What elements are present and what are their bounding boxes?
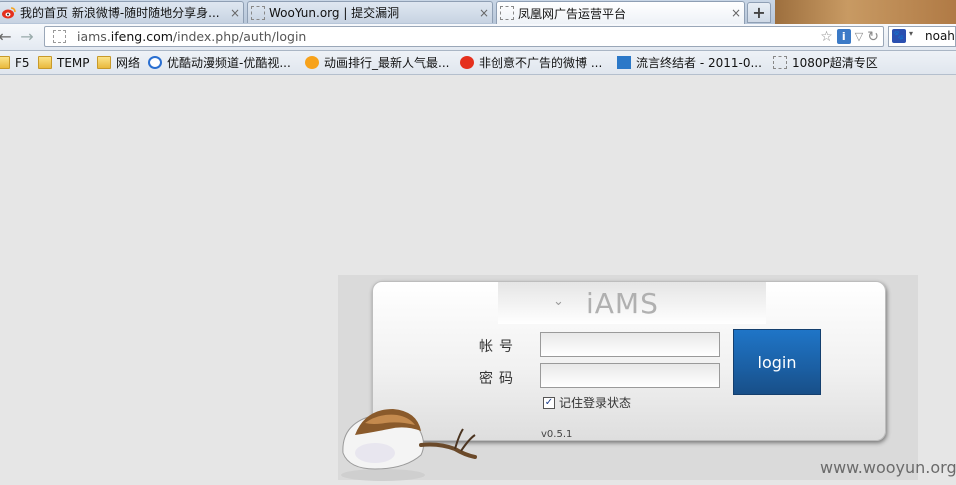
tab-title: 我的首页 新浪微博-随时随地分享身...: [20, 6, 220, 20]
history-dropdown-icon[interactable]: ▽: [855, 30, 863, 43]
bookmark-mythbusters[interactable]: 流言终结者 - 2011-0...: [617, 54, 762, 71]
smiley-icon: [305, 56, 319, 69]
tab-wooyun[interactable]: WooYun.org | 提交漏洞 ×: [247, 1, 493, 23]
bookmark-label: 优酷动漫频道-优酷视...: [167, 56, 291, 70]
blank-page-icon: [251, 5, 265, 20]
page-content: ⌄ iAMS 帐号 密码 login ✓ 记住登录状态 v0.5.1 www.w…: [0, 75, 956, 481]
tab-title: WooYun.org | 提交漏洞: [269, 6, 400, 20]
tab-title: 凤凰网广告运营平台: [518, 6, 627, 21]
url-text[interactable]: iams.ifeng.com/index.php/auth/login: [77, 29, 306, 44]
app-logo: iAMS: [586, 287, 659, 320]
bookmark-label: 非创意不广告的微博 ...: [479, 56, 603, 70]
close-icon[interactable]: ×: [728, 6, 744, 20]
bookmark-youku[interactable]: 优酷动漫频道-优酷视...: [148, 54, 291, 71]
tab-weibo[interactable]: 我的首页 新浪微博-随时随地分享身... ×: [0, 1, 244, 23]
tab-ifeng-active[interactable]: 凤凰网广告运营平台 ×: [496, 1, 745, 24]
close-icon[interactable]: ×: [227, 6, 243, 20]
bookmarks-bar: F5 TEMP 网络 优酷动漫频道-优酷视... 动画排行_最新人气最... 非…: [0, 51, 956, 75]
bookmark-anime-rank[interactable]: 动画排行_最新人气最...: [305, 54, 449, 71]
bookmark-1080p[interactable]: 1080P超清专区: [773, 54, 878, 71]
youku-icon: [148, 56, 162, 69]
folder-icon: [0, 56, 10, 69]
bookmark-label: 网络: [116, 56, 141, 70]
page-icon: [53, 30, 66, 43]
address-bar[interactable]: iams.ifeng.com/index.php/auth/login ☆ i …: [44, 26, 884, 47]
bookmark-network[interactable]: 网络: [97, 54, 140, 71]
chevron-down-icon: ⌄: [553, 294, 564, 309]
weibo-icon: [2, 6, 16, 20]
bookmark-label: F5: [15, 55, 30, 70]
folder-icon: [97, 56, 111, 69]
version-label: v0.5.1: [541, 429, 573, 440]
snail-logo-image: [341, 409, 477, 481]
bookmark-temp[interactable]: TEMP: [38, 54, 90, 71]
bookmark-star-icon[interactable]: ☆: [820, 29, 833, 45]
bookmark-label: 动画排行_最新人气最...: [324, 56, 450, 70]
theme-decoration: [775, 0, 956, 24]
search-text[interactable]: noah: [925, 29, 955, 43]
navigation-bar: ← → iams.ifeng.com/index.php/auth/login …: [0, 24, 956, 51]
blank-page-icon: [773, 56, 787, 69]
folder-icon: [38, 56, 52, 69]
new-tab-button[interactable]: +: [747, 2, 771, 23]
password-input[interactable]: [540, 363, 720, 388]
remember-login[interactable]: ✓ 记住登录状态: [543, 394, 631, 411]
bookmark-label: 流言终结者 - 2011-0...: [636, 56, 762, 70]
remember-checkbox[interactable]: ✓: [543, 396, 555, 409]
remember-label: 记住登录状态: [559, 396, 632, 410]
watermark: www.wooyun.org: [820, 458, 956, 477]
chevron-down-icon[interactable]: ▾: [909, 29, 913, 38]
password-label: 密码: [479, 371, 519, 387]
refresh-icon[interactable]: ↻: [867, 29, 879, 45]
username-label: 帐号: [479, 339, 519, 355]
bird-icon: [617, 56, 631, 69]
info-icon[interactable]: i: [836, 29, 851, 44]
username-input[interactable]: [540, 332, 720, 357]
blank-page-icon: [500, 6, 514, 20]
bookmark-f5[interactable]: F5: [0, 54, 30, 71]
tab-strip: 我的首页 新浪微博-随时随地分享身... × WooYun.org | 提交漏洞…: [0, 0, 956, 25]
forward-button[interactable]: →: [18, 28, 36, 46]
back-button[interactable]: ←: [0, 28, 14, 46]
bookmark-label: 1080P超清专区: [792, 56, 878, 70]
bookmark-weibo-ads[interactable]: 非创意不广告的微博 ...: [460, 54, 602, 71]
close-icon[interactable]: ×: [476, 6, 492, 20]
weibo-icon: [460, 56, 474, 69]
login-button[interactable]: login: [733, 329, 821, 395]
bookmark-label: TEMP: [57, 55, 90, 70]
search-engine-icon[interactable]: 🐾: [892, 29, 906, 43]
search-box[interactable]: 🐾 ▾ noah: [888, 26, 956, 47]
